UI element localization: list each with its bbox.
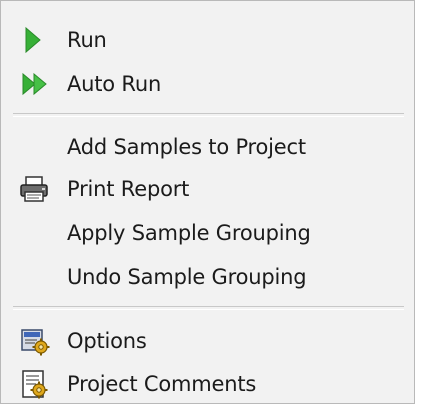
options-icon — [21, 329, 50, 356]
menu-item-apply-sample-grouping[interactable]: Apply Sample Grouping — [9, 211, 408, 255]
context-menu: Run Auto Run Add Samples to Project Prin… — [0, 0, 415, 404]
menu-item-print-report[interactable]: Print Report — [9, 167, 408, 211]
menu-item-label: Apply Sample Grouping — [67, 221, 311, 245]
menu-item-label: Add Samples to Project — [67, 135, 306, 159]
double-play-icon — [22, 72, 47, 96]
printer-icon — [20, 176, 48, 202]
menu-separator — [13, 113, 404, 117]
menu-item-project-comments[interactable]: Project Comments — [9, 362, 408, 406]
menu-item-undo-sample-grouping[interactable]: Undo Sample Grouping — [9, 255, 408, 299]
menu-item-options[interactable]: Options — [9, 319, 408, 363]
menu-item-label: Options — [67, 329, 147, 353]
menu-item-auto-run[interactable]: Auto Run — [9, 62, 408, 106]
menu-item-run[interactable]: Run — [9, 18, 408, 62]
menu-item-add-samples[interactable]: Add Samples to Project — [9, 125, 408, 169]
menu-item-label: Print Report — [67, 177, 190, 201]
project-comments-icon — [22, 370, 48, 399]
play-icon — [25, 26, 41, 54]
menu-item-label: Run — [67, 28, 107, 52]
menu-separator — [13, 306, 404, 310]
menu-item-label: Undo Sample Grouping — [67, 265, 307, 289]
menu-item-label: Auto Run — [67, 72, 162, 96]
menu-item-label: Project Comments — [67, 372, 257, 396]
